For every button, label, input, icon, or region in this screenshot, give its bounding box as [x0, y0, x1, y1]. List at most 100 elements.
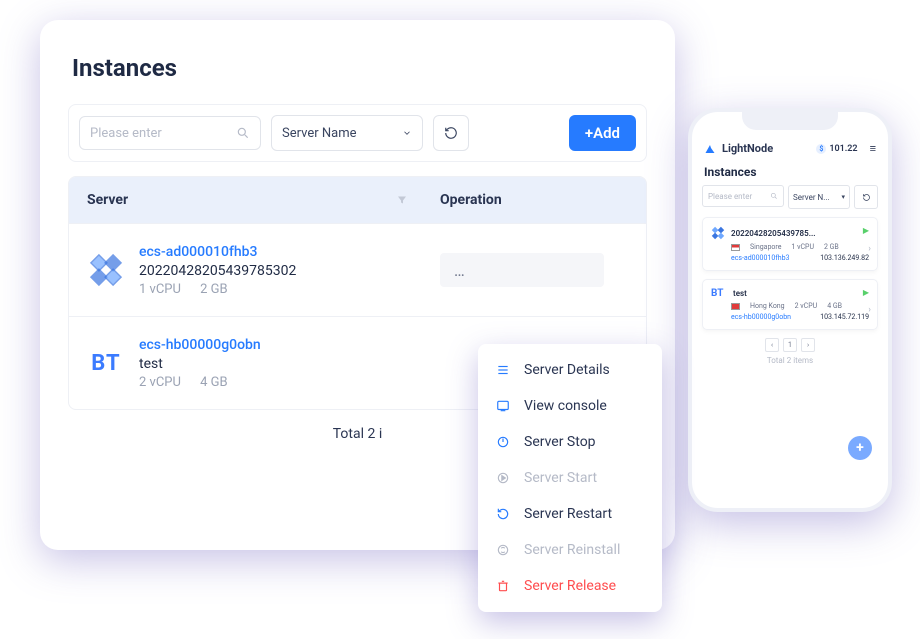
menu-item-label: Server Release [524, 578, 616, 594]
chevron-right-icon: › [868, 305, 871, 315]
mobile-ram: 2 GB [824, 243, 839, 251]
menu-item-label: Server Start [524, 470, 597, 486]
server-vcpu: 1 vCPU [139, 282, 181, 297]
mobile-total-label: Total 2 items [702, 356, 878, 365]
mobile-region: Hong Kong [750, 302, 785, 310]
running-status-icon: ▶ [863, 226, 869, 235]
search-icon [770, 192, 778, 200]
chevron-down-icon: ▾ [841, 193, 845, 201]
ellipsis-icon: … [454, 261, 467, 280]
menu-server-stop[interactable]: Server Stop [478, 424, 662, 460]
server-ram: 2 GB [200, 282, 228, 297]
restart-icon [494, 505, 512, 523]
power-icon [494, 433, 512, 451]
reinstall-icon [494, 541, 512, 559]
menu-item-label: Server Details [524, 362, 610, 378]
toolbar: Please enter Server Name +Add [68, 104, 647, 162]
menu-item-label: Server Reinstall [524, 542, 620, 558]
server-vcpu: 2 vCPU [139, 375, 181, 390]
mobile-search-placeholder: Please enter [708, 192, 752, 201]
mobile-header: LightNode $ 101.22 ≡ [702, 140, 878, 163]
page-title: Instances [72, 54, 647, 82]
chevron-down-icon [402, 128, 412, 138]
operation-context-menu: Server Details View console Server Stop … [478, 344, 662, 612]
balance-badge[interactable]: $ 101.22 [816, 144, 857, 154]
console-icon [494, 397, 512, 415]
mobile-pager: ‹ 1 › [702, 338, 878, 352]
mobile-select-label: Server N... [793, 193, 830, 202]
server-spec: 2 vCPU 4 GB [139, 375, 261, 390]
menu-server-reinstall: Server Reinstall [478, 532, 662, 568]
mobile-server-id[interactable]: ecs-ad000010fhb3 [731, 254, 789, 262]
mobile-filter-select[interactable]: Server N... ▾ [788, 185, 850, 209]
plus-icon: + [856, 440, 864, 456]
menu-item-label: View console [524, 398, 607, 414]
mobile-server-name: 20220428205439785... [731, 229, 816, 238]
mobile-refresh-button[interactable] [854, 185, 878, 209]
brand-label: LightNode [722, 142, 773, 155]
details-icon [494, 361, 512, 379]
mobile-toolbar: Please enter Server N... ▾ [702, 185, 878, 209]
bt-icon: BT [87, 344, 125, 382]
mobile-region: Singapore [750, 243, 781, 251]
mobile-server-id[interactable]: ecs-hb00000g0obn [731, 313, 791, 321]
chevron-right-icon: › [868, 244, 871, 254]
table-row: ecs-ad000010fhb3 20220428205439785302 1 … [69, 223, 646, 316]
logo-icon [704, 143, 716, 155]
server-spec: 1 vCPU 2 GB [139, 282, 296, 297]
col-server-label: Server [87, 192, 128, 208]
menu-view-console[interactable]: View console [478, 388, 662, 424]
dollar-icon: $ [816, 144, 826, 154]
menu-icon[interactable]: ≡ [870, 142, 876, 155]
search-placeholder: Please enter [90, 126, 162, 141]
play-icon [494, 469, 512, 487]
server-id-link[interactable]: ecs-ad000010fhb3 [139, 244, 296, 260]
mobile-ram: 4 GB [827, 302, 842, 310]
menu-item-label: Server Restart [524, 506, 612, 522]
search-input[interactable]: Please enter [79, 116, 261, 150]
phone-notch [742, 112, 838, 130]
mobile-preview: LightNode $ 101.22 ≡ Instances Please en… [688, 108, 892, 512]
filter-icon[interactable] [396, 194, 408, 206]
mobile-add-fab[interactable]: + [848, 436, 872, 460]
filter-select-label: Server Name [282, 126, 357, 141]
server-name: 20220428205439785302 [139, 263, 296, 279]
balance-value: 101.22 [829, 144, 857, 154]
add-button[interactable]: +Add [569, 115, 636, 151]
mobile-vcpu: 1 vCPU [791, 243, 814, 251]
mobile-instance-card[interactable]: BT test ▶ Hong Kong 2 vCPU 4 GB ecs-hb00… [702, 279, 878, 330]
refresh-icon [444, 126, 458, 140]
menu-server-details[interactable]: Server Details [478, 352, 662, 388]
menu-server-restart[interactable]: Server Restart [478, 496, 662, 532]
refresh-button[interactable] [433, 115, 469, 151]
flag-sg-icon [731, 244, 740, 251]
pager-page[interactable]: 1 [783, 338, 797, 352]
bt-icon: BT [711, 288, 727, 299]
mobile-page-title: Instances [704, 165, 876, 179]
server-ram: 4 GB [200, 375, 228, 390]
pager-next[interactable]: › [801, 338, 815, 352]
centos-icon [711, 226, 725, 240]
filter-select[interactable]: Server Name [271, 115, 423, 151]
menu-server-release[interactable]: Server Release [478, 568, 662, 604]
mobile-server-ip: 103.145.72.119 [820, 313, 869, 321]
mobile-server-name: test [733, 289, 747, 298]
running-status-icon: ▶ [863, 288, 869, 297]
menu-server-start: Server Start [478, 460, 662, 496]
trash-icon [494, 577, 512, 595]
flag-hk-icon [731, 303, 740, 310]
pager-prev[interactable]: ‹ [765, 338, 779, 352]
mobile-vcpu: 2 vCPU [795, 302, 818, 310]
centos-icon [87, 251, 125, 289]
server-id-link[interactable]: ecs-hb00000g0obn [139, 337, 261, 353]
mobile-server-ip: 103.136.249.82 [820, 254, 869, 262]
operation-menu-button[interactable]: … [440, 253, 604, 287]
menu-item-label: Server Stop [524, 434, 596, 450]
search-icon [236, 126, 250, 140]
col-operation-label: Operation [440, 192, 502, 208]
mobile-search-input[interactable]: Please enter [702, 185, 784, 207]
mobile-instance-card[interactable]: 20220428205439785... ▶ Singapore 1 vCPU … [702, 217, 878, 271]
add-button-label: +Add [585, 124, 620, 142]
refresh-icon [862, 193, 871, 202]
server-name: test [139, 356, 261, 372]
